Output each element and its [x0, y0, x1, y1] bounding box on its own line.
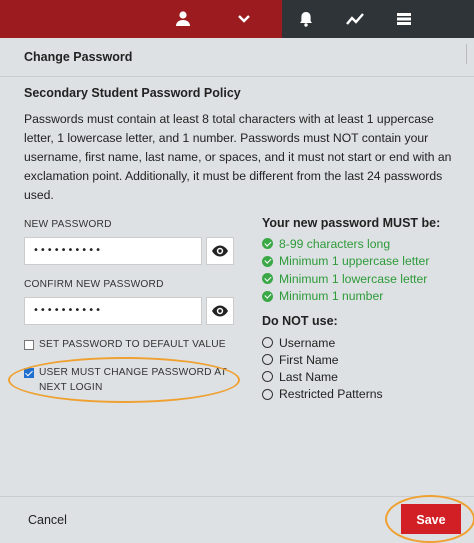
bell-icon[interactable] [296, 9, 316, 29]
forbidden-text: Restricted Patterns [279, 387, 383, 402]
modal-header: Change Password [0, 38, 474, 77]
cancel-button[interactable]: Cancel [28, 513, 67, 527]
top-navigation-bar [0, 0, 474, 38]
requirements-title: Your new password MUST be: [262, 216, 441, 230]
forbidden-title: Do NOT use: [262, 314, 338, 328]
empty-circle-icon [262, 388, 273, 400]
chevron-down-icon[interactable] [234, 9, 254, 29]
forbidden-list: Username First Name Last Name Restricted… [262, 334, 383, 403]
check-circle-icon [262, 290, 273, 302]
policy-description: Passwords must contain at least 8 total … [24, 112, 452, 202]
forbidden-item: Last Name [262, 368, 383, 385]
empty-circle-icon [262, 337, 273, 349]
scrollbar[interactable] [466, 44, 473, 64]
forbidden-item: Restricted Patterns [262, 386, 383, 403]
highlight-annotation [8, 357, 240, 403]
default-value-option[interactable]: SET PASSWORD TO DEFAULT VALUE [24, 339, 226, 350]
confirm-password-label: CONFIRM NEW PASSWORD [24, 279, 164, 290]
requirement-text: Minimum 1 number [279, 289, 384, 304]
modal-title: Change Password [24, 50, 133, 64]
requirements-list: 8-99 characters long Minimum 1 uppercase… [262, 235, 429, 305]
requirement-item: Minimum 1 lowercase letter [262, 270, 429, 288]
requirement-text: 8-99 characters long [279, 236, 391, 251]
requirement-item: Minimum 1 number [262, 288, 429, 306]
requirement-text: Minimum 1 uppercase letter [279, 254, 430, 269]
forbidden-item: Username [262, 334, 383, 351]
forbidden-text: First Name [279, 352, 339, 367]
requirement-text: Minimum 1 lowercase letter [279, 271, 428, 286]
check-circle-icon [262, 273, 273, 285]
empty-circle-icon [262, 354, 273, 366]
show-new-password-button[interactable] [206, 237, 234, 265]
forbidden-text: Last Name [279, 369, 338, 384]
new-password-field[interactable]: •••••••••• [24, 237, 202, 265]
highlight-annotation [385, 495, 474, 543]
policy-title: Secondary Student Password Policy [24, 86, 241, 100]
check-circle-icon [262, 255, 273, 267]
check-circle-icon [262, 238, 273, 250]
default-value-label: SET PASSWORD TO DEFAULT VALUE [39, 339, 226, 350]
list-icon[interactable] [394, 9, 414, 29]
eye-icon [212, 305, 228, 317]
eye-icon [212, 245, 228, 257]
show-confirm-password-button[interactable] [206, 297, 234, 325]
trend-chart-icon[interactable] [345, 9, 365, 29]
requirement-item: Minimum 1 uppercase letter [262, 253, 429, 271]
user-icon[interactable] [173, 9, 193, 29]
new-password-label: NEW PASSWORD [24, 219, 112, 230]
forbidden-item: First Name [262, 351, 383, 368]
confirm-password-field[interactable]: •••••••••• [24, 297, 202, 325]
empty-circle-icon [262, 371, 273, 383]
forbidden-text: Username [279, 335, 336, 350]
default-value-checkbox[interactable] [24, 340, 34, 350]
requirement-item: 8-99 characters long [262, 235, 429, 253]
